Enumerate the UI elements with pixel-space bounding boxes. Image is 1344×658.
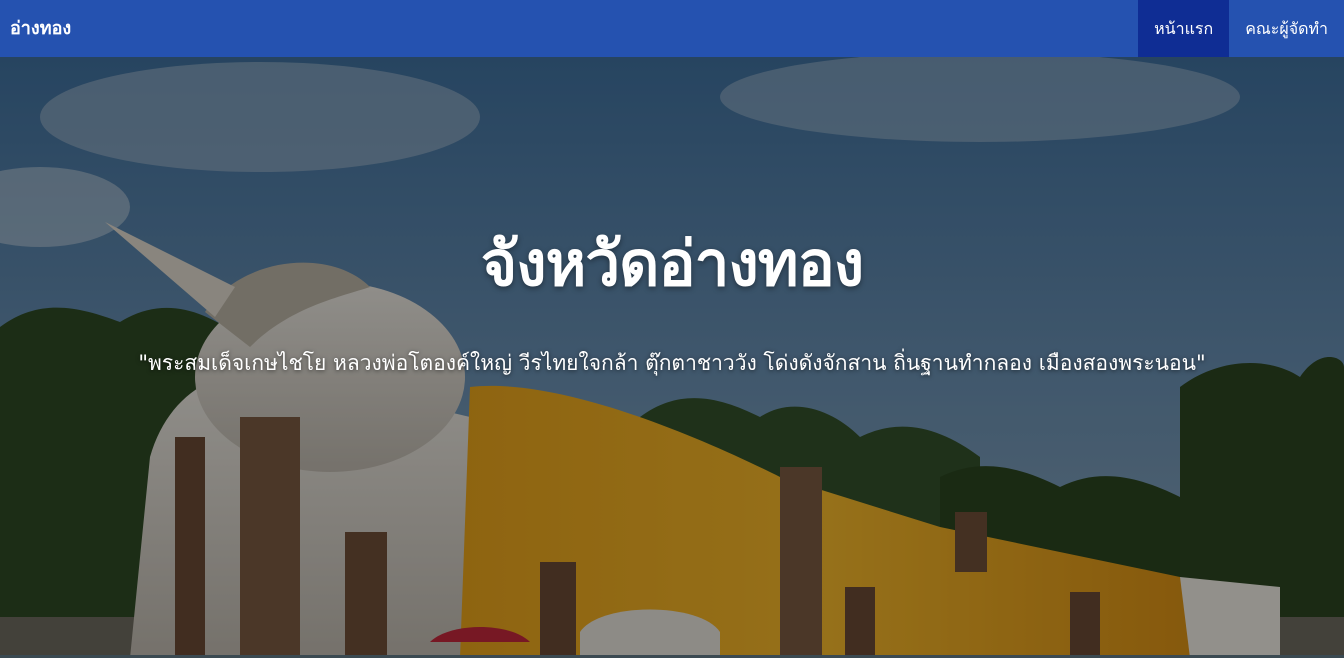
nav-menu: หน้าแรก คณะผู้จัดทำ bbox=[1138, 0, 1344, 57]
nav-item-team[interactable]: คณะผู้จัดทำ bbox=[1229, 0, 1344, 57]
nav-item-home[interactable]: หน้าแรก bbox=[1138, 0, 1230, 57]
navbar: อ่างทอง หน้าแรก คณะผู้จัดทำ bbox=[0, 0, 1344, 57]
brand-link[interactable]: อ่างทอง bbox=[10, 0, 71, 57]
hero-title: จังหวัดอ่างทอง bbox=[480, 227, 864, 300]
hero-subtitle: "พระสมเด็จเกษไชโย หลวงพ่อโตองค์ใหญ่ วีรไ… bbox=[138, 351, 1206, 375]
page: อ่างทอง หน้าแรก คณะผู้จัดทำ จังหวัดอ่างท… bbox=[0, 0, 1344, 658]
hero-section: จังหวัดอ่างทอง "พระสมเด็จเกษไชโย หลวงพ่อ… bbox=[0, 57, 1344, 658]
